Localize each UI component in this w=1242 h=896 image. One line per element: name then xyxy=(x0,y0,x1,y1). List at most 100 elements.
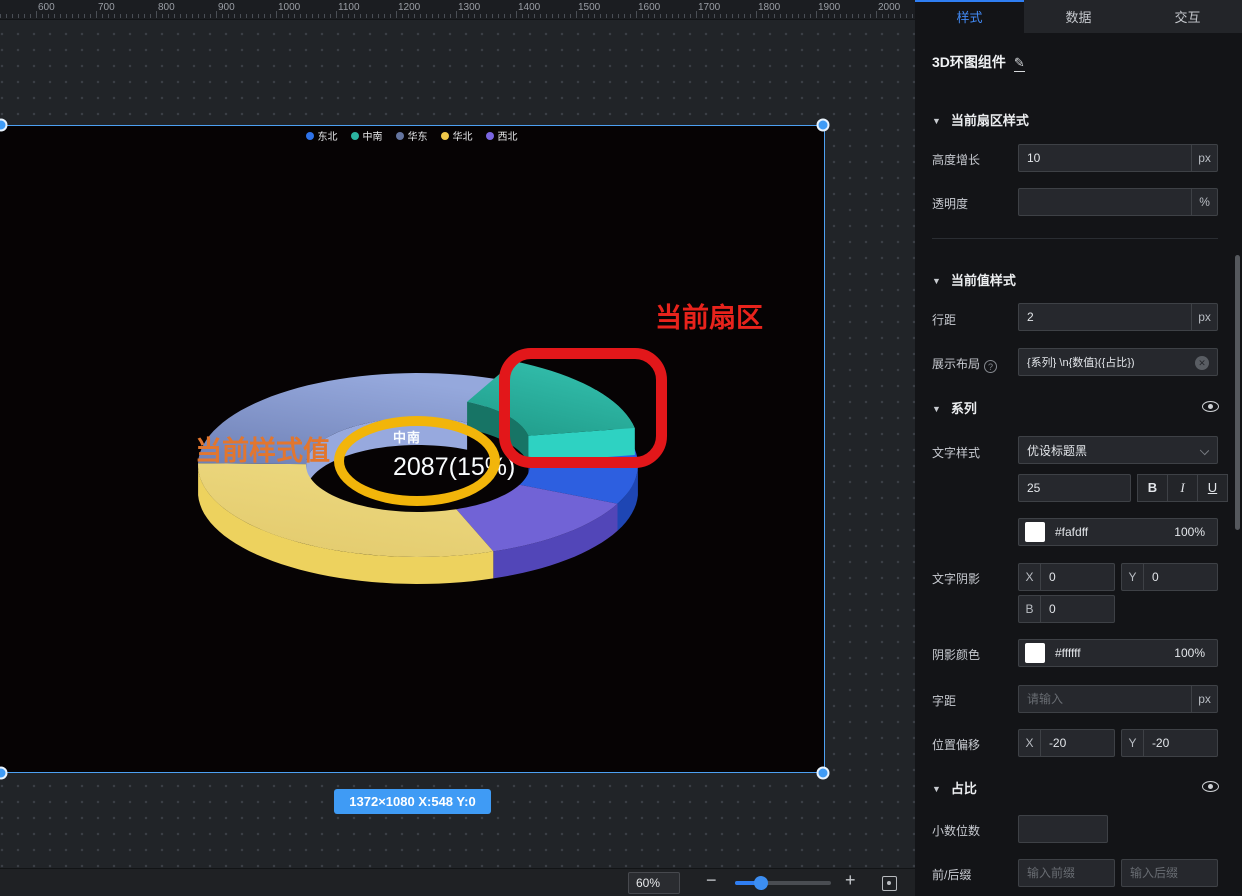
underline-button[interactable]: U xyxy=(1197,474,1228,502)
ruler-tick xyxy=(174,14,175,18)
color-swatch[interactable] xyxy=(1025,522,1045,542)
section-ratio[interactable]: ▼占比 xyxy=(932,778,977,797)
legend-dot xyxy=(396,132,404,140)
ruler-tick xyxy=(792,14,793,18)
font-family-value[interactable] xyxy=(1019,443,1217,457)
shadow-x-input[interactable] xyxy=(1041,570,1114,584)
legend-item-东北[interactable]: 东北 xyxy=(306,128,338,143)
prefix-input[interactable] xyxy=(1019,866,1114,880)
help-icon[interactable]: ? xyxy=(984,360,997,373)
tab-interaction[interactable]: 交互 xyxy=(1133,0,1242,33)
shadow-y-input[interactable] xyxy=(1144,570,1217,584)
section-series[interactable]: ▼系列 xyxy=(932,398,977,417)
ruler-tick xyxy=(360,14,361,18)
ruler-tick xyxy=(630,14,631,18)
ruler-tick xyxy=(696,11,697,18)
selection-handle-top-right[interactable] xyxy=(817,119,830,132)
prefix-suffix-label: 前/后缀 xyxy=(932,866,971,883)
height-growth-input[interactable] xyxy=(1019,151,1191,165)
shadow-blur-input[interactable] xyxy=(1041,602,1114,616)
panel-scrollbar[interactable] xyxy=(1235,255,1240,530)
bold-button[interactable]: B xyxy=(1137,474,1168,502)
ruler-tick xyxy=(522,14,523,18)
ruler-label: 1400 xyxy=(518,2,540,13)
canvas-footer-bar: − + xyxy=(0,868,915,896)
edit-title-icon[interactable]: ✎ xyxy=(1014,55,1025,72)
letter-spacing-label: 字距 xyxy=(932,692,956,709)
color-swatch[interactable] xyxy=(1025,643,1045,663)
offset-y-input[interactable] xyxy=(1144,736,1217,750)
legend-item-中南[interactable]: 中南 xyxy=(351,128,383,143)
x-axis-label: X xyxy=(1019,730,1041,756)
ruler-tick xyxy=(816,11,817,18)
ruler-tick xyxy=(36,11,37,18)
line-spacing-unit: px xyxy=(1191,304,1217,330)
ruler-tick xyxy=(636,11,637,18)
legend-item-西北[interactable]: 西北 xyxy=(486,128,518,143)
collapse-icon[interactable]: ▼ xyxy=(932,784,941,794)
zoom-slider-handle[interactable] xyxy=(754,876,768,890)
decimal-places-input[interactable] xyxy=(1019,822,1107,836)
font-size-input[interactable] xyxy=(1019,481,1130,495)
eye-visibility-icon[interactable] xyxy=(1202,781,1219,792)
line-spacing-input[interactable] xyxy=(1019,310,1191,324)
ruler-label: 700 xyxy=(98,2,115,13)
legend-label: 中南 xyxy=(363,128,383,143)
ruler-tick xyxy=(870,14,871,18)
legend-item-华北[interactable]: 华北 xyxy=(441,128,473,143)
zoom-slider[interactable] xyxy=(735,881,831,885)
ruler-tick xyxy=(498,14,499,18)
section-sector-style[interactable]: ▼当前扇区样式 xyxy=(932,110,1029,129)
collapse-icon[interactable]: ▼ xyxy=(932,116,941,126)
ruler-tick xyxy=(822,14,823,18)
ruler-tick xyxy=(246,14,247,18)
ruler-tick xyxy=(108,14,109,18)
font-family-select[interactable] xyxy=(1018,436,1218,464)
italic-button[interactable]: I xyxy=(1167,474,1198,502)
ruler-tick xyxy=(90,14,91,18)
zoom-out-button[interactable]: − xyxy=(706,870,717,891)
horizontal-ruler: 6007008009001000110012001300140015001600… xyxy=(0,0,915,20)
offset-x-input[interactable] xyxy=(1041,736,1114,750)
legend-item-华东[interactable]: 华东 xyxy=(396,128,428,143)
selection-handle-bottom-left[interactable] xyxy=(0,767,8,780)
section-value-style[interactable]: ▼当前值样式 xyxy=(932,270,1016,289)
ruler-tick xyxy=(42,14,43,18)
font-color-field[interactable]: #fafdff 100% xyxy=(1018,518,1218,546)
ruler-tick xyxy=(312,14,313,18)
fit-to-screen-icon[interactable] xyxy=(882,876,897,891)
zoom-level-input[interactable] xyxy=(628,872,680,894)
shadow-color-alpha-value: 100% xyxy=(1174,646,1205,660)
ruler-tick xyxy=(690,14,691,18)
tab-data[interactable]: 数据 xyxy=(1024,0,1133,33)
zoom-in-button[interactable]: + xyxy=(845,870,856,891)
shadow-y-field: Y xyxy=(1121,563,1218,591)
offset-x-field: X xyxy=(1018,729,1115,757)
letter-spacing-field: px xyxy=(1018,685,1218,713)
eye-visibility-icon[interactable] xyxy=(1202,401,1219,412)
opacity-field: % xyxy=(1018,188,1218,216)
ruler-tick xyxy=(300,14,301,18)
ruler-tick xyxy=(618,14,619,18)
tab-style[interactable]: 样式 xyxy=(915,0,1024,33)
suffix-input[interactable] xyxy=(1122,866,1217,880)
opacity-input[interactable] xyxy=(1019,195,1191,209)
collapse-icon[interactable]: ▼ xyxy=(932,276,941,286)
display-layout-input[interactable] xyxy=(1019,356,1217,368)
ruler-tick xyxy=(114,14,115,18)
selection-handle-bottom-right[interactable] xyxy=(817,767,830,780)
ruler-tick xyxy=(882,14,883,18)
height-growth-unit: px xyxy=(1191,145,1217,171)
canvas-component-3d-donut[interactable]: 东北中南华东华北西北 中南 2087(15%) 当前扇区 当前样式值 xyxy=(0,125,825,773)
clear-input-icon[interactable]: ✕ xyxy=(1195,356,1209,370)
color-hex-value: #fafdff xyxy=(1055,525,1088,539)
ruler-tick xyxy=(156,11,157,18)
legend-dot xyxy=(441,132,449,140)
offset-y-field: Y xyxy=(1121,729,1218,757)
shadow-color-field[interactable]: #ffffff 100% xyxy=(1018,639,1218,667)
workspace-canvas[interactable]: 6007008009001000110012001300140015001600… xyxy=(0,0,915,896)
ruler-tick xyxy=(426,14,427,18)
collapse-icon[interactable]: ▼ xyxy=(932,404,941,414)
ruler-tick xyxy=(624,14,625,18)
letter-spacing-input[interactable] xyxy=(1019,692,1191,706)
